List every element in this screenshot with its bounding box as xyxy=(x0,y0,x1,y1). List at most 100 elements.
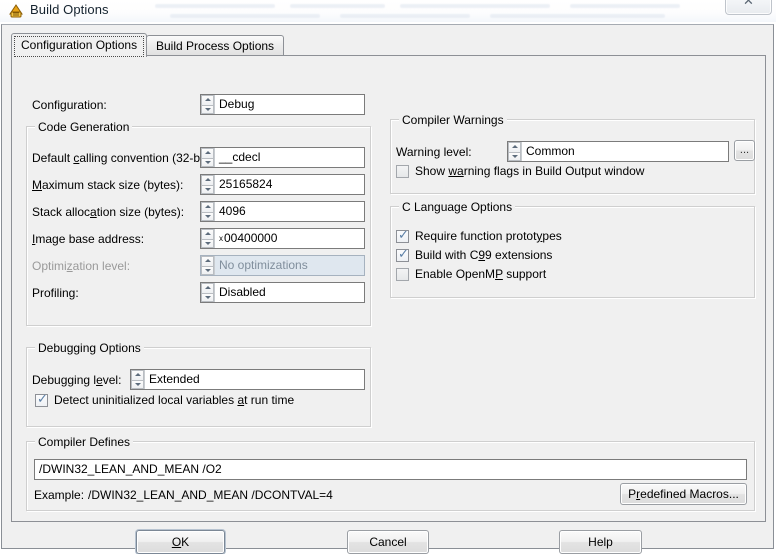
title-bar: Build Options ✕ xyxy=(0,0,776,24)
spin-buttons[interactable] xyxy=(201,283,215,302)
window-title: Build Options xyxy=(30,2,109,17)
cancel-button[interactable]: Cancel xyxy=(347,530,429,554)
stack-allocation-size-value: 4096 xyxy=(219,204,246,218)
spin-down-icon[interactable] xyxy=(201,104,214,114)
tab-label: Build Process Options xyxy=(156,39,275,53)
spin-buttons[interactable] xyxy=(201,229,215,248)
require-function-prototypes-label: Require function prototypes xyxy=(415,229,562,243)
show-warning-flags-checkbox[interactable]: Show warning flags in Build Output windo… xyxy=(396,164,644,178)
spin-down-icon[interactable] xyxy=(508,151,521,161)
spin-down-icon[interactable] xyxy=(201,211,214,221)
profiling-value: Disabled xyxy=(219,285,266,299)
ok-button[interactable]: OK xyxy=(136,530,225,554)
help-button[interactable]: Help xyxy=(559,530,642,554)
warning-level-browse-button[interactable]: ... xyxy=(734,140,755,161)
maximum-stack-size-value: 25165824 xyxy=(219,177,273,191)
warning-level-label: Warning level: xyxy=(396,145,472,159)
optimization-level-spinner: No optimizations xyxy=(200,255,365,276)
detect-uninitialized-locals-label: Detect uninitialized local variables at … xyxy=(54,393,295,407)
tab-build-process-options[interactable]: Build Process Options xyxy=(146,35,285,56)
spin-down-icon[interactable] xyxy=(201,238,214,248)
spin-up-icon[interactable] xyxy=(201,229,214,239)
warning-level-spinner[interactable]: Common xyxy=(507,141,729,162)
predefined-macros-button[interactable]: Predefined Macros... xyxy=(620,483,747,505)
spin-up-icon xyxy=(201,256,214,266)
default-calling-convention-spinner[interactable]: __cdecl xyxy=(200,147,365,168)
spin-down-icon[interactable] xyxy=(131,379,144,389)
image-base-address-spinner[interactable]: x00400000 xyxy=(200,228,365,249)
configuration-label: Configuration: xyxy=(32,98,107,112)
predefined-macros-label: Predefined Macros... xyxy=(628,487,739,501)
require-function-prototypes-checkbox[interactable]: ✓ Require function prototypes xyxy=(396,229,562,243)
spin-down-icon[interactable] xyxy=(201,184,214,194)
enable-openmp-support-label: Enable OpenMP support xyxy=(415,267,547,281)
spin-buttons[interactable] xyxy=(201,202,215,221)
code-generation-title: Code Generation xyxy=(35,120,133,134)
checkbox-checked-icon: ✓ xyxy=(35,391,48,407)
compiler-warnings-title: Compiler Warnings xyxy=(399,113,507,127)
ok-button-label: OK xyxy=(171,535,190,549)
enable-openmp-support-checkbox[interactable]: Enable OpenMP support xyxy=(396,267,546,281)
spin-down-icon[interactable] xyxy=(201,157,214,167)
spin-up-icon[interactable] xyxy=(201,283,214,293)
spin-buttons[interactable] xyxy=(131,370,145,389)
tab-configuration-options[interactable]: Configuration Options xyxy=(11,33,148,57)
compiler-defines-example-value: /DWIN32_LEAN_AND_MEAN /DCONTVAL=4 xyxy=(88,488,333,502)
spin-up-icon[interactable] xyxy=(201,175,214,185)
image-base-address-value: x00400000 xyxy=(219,231,278,245)
debugging-options-title: Debugging Options xyxy=(35,341,144,355)
cancel-button-label: Cancel xyxy=(369,535,407,549)
help-button-label: Help xyxy=(588,535,613,549)
debugging-level-value: Extended xyxy=(149,372,200,386)
close-icon: ✕ xyxy=(743,0,754,9)
spin-buttons[interactable] xyxy=(508,142,522,161)
compiler-defines-example-label: Example: xyxy=(34,488,85,502)
detect-uninitialized-locals-checkbox[interactable]: ✓ Detect uninitialized local variables a… xyxy=(35,393,294,407)
configuration-spin-buttons[interactable] xyxy=(201,95,215,114)
profiling-spinner[interactable]: Disabled xyxy=(200,282,365,303)
c-language-options-title: C Language Options xyxy=(399,200,516,214)
tab-strip: Configuration Options Build Process Opti… xyxy=(11,33,766,57)
close-button[interactable]: ✕ xyxy=(725,0,772,15)
image-base-address-label: Image base address: xyxy=(32,232,145,246)
optimization-level-value: No optimizations xyxy=(219,258,308,272)
ellipsis-icon: ... xyxy=(739,144,750,156)
tab-page-configuration-options: Configuration: Debug Code Generation Def… xyxy=(11,55,766,522)
spin-up-icon[interactable] xyxy=(201,148,214,158)
configuration-spinner[interactable]: Debug xyxy=(200,94,365,115)
spin-up-icon[interactable] xyxy=(201,202,214,212)
profiling-label: Profiling: xyxy=(32,286,79,300)
stack-allocation-size-spinner[interactable]: 4096 xyxy=(200,201,365,222)
debugging-level-label: Debugging level: xyxy=(32,373,122,387)
spin-up-icon[interactable] xyxy=(508,142,521,152)
dialog-client-area: Configuration Options Build Process Opti… xyxy=(1,24,774,554)
spin-buttons xyxy=(201,256,215,275)
stack-allocation-size-label: Stack allocation size (bytes): xyxy=(32,205,185,219)
checkbox-checked-icon: ✓ xyxy=(396,227,409,243)
warning-level-value: Common xyxy=(526,144,575,158)
build-with-c99-extensions-label: Build with C99 extensions xyxy=(415,248,553,262)
configuration-value: Debug xyxy=(219,97,255,111)
default-calling-convention-value: __cdecl xyxy=(219,150,261,164)
checkbox-unchecked-icon xyxy=(396,164,409,178)
maximum-stack-size-label: Maximum stack size (bytes): xyxy=(32,178,184,192)
compiler-defines-input[interactable]: /DWIN32_LEAN_AND_MEAN /O2 xyxy=(34,459,747,480)
spin-down-icon xyxy=(201,265,214,275)
build-with-c99-extensions-checkbox[interactable]: ✓ Build with C99 extensions xyxy=(396,248,552,262)
tab-label: Configuration Options xyxy=(21,38,138,52)
maximum-stack-size-spinner[interactable]: 25165824 xyxy=(200,174,365,195)
compiler-defines-title: Compiler Defines xyxy=(35,435,134,449)
spin-buttons[interactable] xyxy=(201,148,215,167)
spin-buttons[interactable] xyxy=(201,175,215,194)
checkbox-checked-icon: ✓ xyxy=(396,246,409,262)
application-icon xyxy=(9,4,23,18)
optimization-level-label: Optimization level: xyxy=(32,259,131,273)
spin-down-icon[interactable] xyxy=(201,292,214,302)
spin-up-icon[interactable] xyxy=(201,95,214,105)
default-calling-convention-label: Default calling convention (32-bit): xyxy=(32,151,214,165)
debugging-level-spinner[interactable]: Extended xyxy=(130,369,365,390)
checkbox-unchecked-icon xyxy=(396,267,409,281)
build-options-window: Build Options ✕ Configuration Options Bu… xyxy=(0,0,776,554)
spin-up-icon[interactable] xyxy=(131,370,144,380)
show-warning-flags-label: Show warning flags in Build Output windo… xyxy=(415,164,645,178)
